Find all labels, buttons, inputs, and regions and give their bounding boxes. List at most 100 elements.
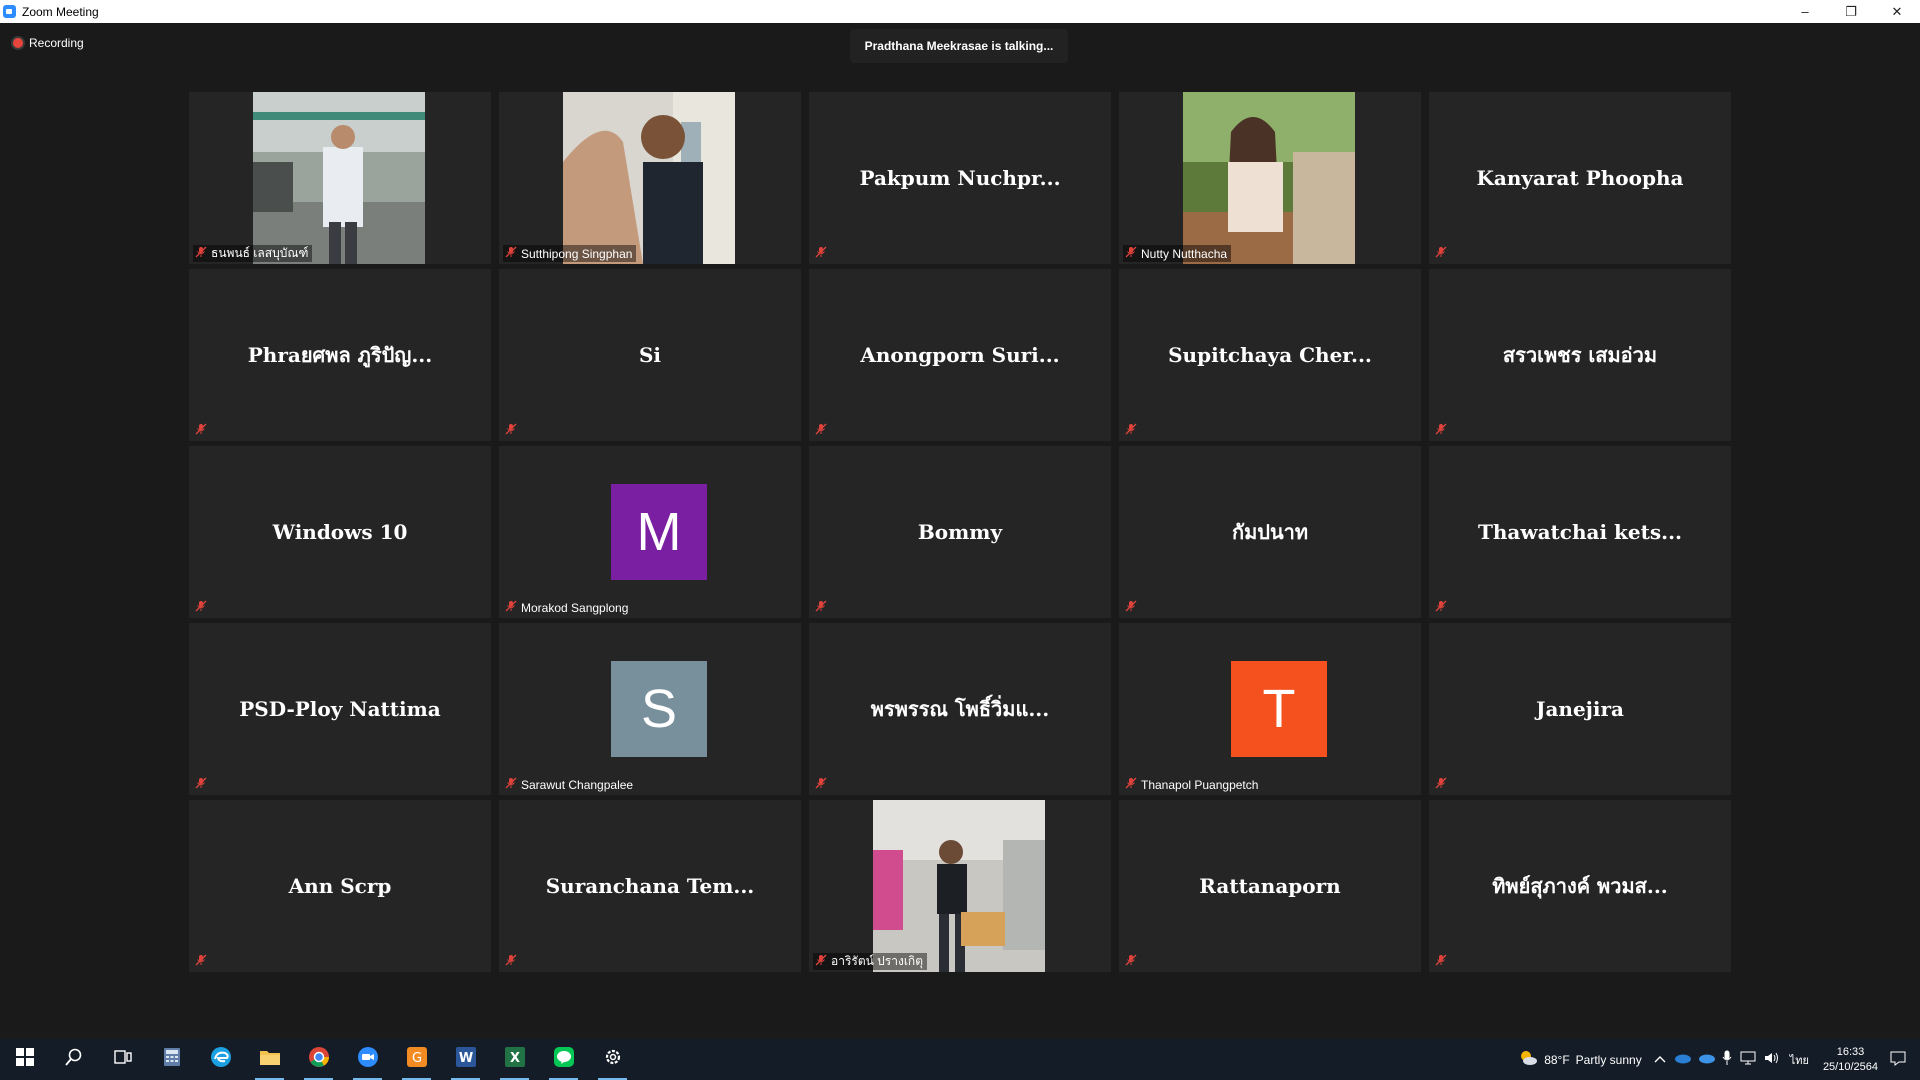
svg-text:G: G: [411, 1051, 421, 1066]
participant-tile[interactable]: Windows 10: [189, 446, 491, 618]
participant-tile[interactable]: Phraยศพล ภูริปัญ...: [189, 269, 491, 441]
participant-display-name: ทิพย์สุภางค์ พวมส...: [1492, 874, 1668, 898]
mic-muted-icon: [815, 777, 827, 792]
participant-tile[interactable]: Rattanaporn: [1119, 800, 1421, 972]
participant-tile[interactable]: Nutty Nutthacha: [1119, 92, 1421, 264]
volume-icon[interactable]: [1764, 1051, 1780, 1068]
taskbar-zoom-button[interactable]: [343, 1039, 392, 1080]
minimize-button[interactable]: –: [1782, 0, 1828, 23]
participant-display-name: สรวเพชร เสมอ่วม: [1502, 343, 1658, 367]
clock-time: 16:33: [1836, 1045, 1865, 1058]
windows-logo-icon: [15, 1048, 34, 1071]
participant-caption: [1433, 599, 1451, 616]
participant-tile[interactable]: Supitchaya Cher...: [1119, 269, 1421, 441]
mic-muted-icon: [195, 954, 207, 969]
onedrive-icon[interactable]: [1674, 1052, 1692, 1067]
participant-tile[interactable]: Kanyarat Phoopha: [1429, 92, 1731, 264]
mic-muted-icon: [195, 423, 207, 438]
clock[interactable]: 16:33 25/10/2564: [1823, 1045, 1878, 1075]
participant-name-label: ธนพนธ์ เลสบุบัณฑ์: [211, 246, 309, 260]
notification-icon[interactable]: [1890, 1050, 1906, 1069]
mic-muted-icon: [195, 600, 207, 615]
participant-caption: [193, 776, 211, 793]
window-title: Zoom Meeting: [22, 4, 99, 19]
participant-tile[interactable]: PSD-Ploy Nattima: [189, 623, 491, 795]
taskbar-chrome-button[interactable]: [294, 1039, 343, 1080]
recording-indicator[interactable]: Recording: [13, 36, 84, 50]
system-tray: 88°F Partly sunny ไทย 16:33 25/10/2564: [1518, 1039, 1920, 1080]
active-speaker-banner: Pradthana Meekrasae is talking...: [850, 29, 1068, 63]
mic-muted-icon: [1125, 777, 1137, 792]
participant-caption: [503, 422, 521, 439]
participant-tile[interactable]: M Morakod Sangplong: [499, 446, 801, 618]
taskbar-settings-button[interactable]: [588, 1039, 637, 1080]
participant-display-name: Phraยศพล ภูริปัญ...: [247, 343, 433, 367]
mic-muted-icon: [1435, 246, 1447, 261]
taskbar-word-button[interactable]: W: [441, 1039, 490, 1080]
mic-muted-icon: [195, 777, 207, 792]
participant-tile[interactable]: Si: [499, 269, 801, 441]
participant-tile[interactable]: Sutthipong Singphan: [499, 92, 801, 264]
mic-muted-icon: [1125, 954, 1137, 969]
participant-tile[interactable]: อาริรัตน์ ปรางเกิตุ: [809, 800, 1111, 972]
taskbar-excel-button[interactable]: X: [490, 1039, 539, 1080]
taskbar-search-button[interactable]: [49, 1039, 98, 1080]
gallery-view-grid: ธนพนธ์ เลสบุบัณฑ์ Sutthipong Singphan Pakp…: [189, 92, 1731, 972]
recording-label: Recording: [29, 36, 84, 50]
participant-tile[interactable]: Suranchana Tem...: [499, 800, 801, 972]
participant-tile[interactable]: Bommy: [809, 446, 1111, 618]
participant-tile[interactable]: ทิพย์สุภางค์ พวมส...: [1429, 800, 1731, 972]
participant-tile[interactable]: Anongporn Suri...: [809, 269, 1111, 441]
window-controls: – ❐ ✕: [1782, 0, 1920, 23]
mic-muted-icon: [815, 423, 827, 438]
line-icon: [553, 1046, 575, 1073]
participant-tile[interactable]: Thawatchai kets...: [1429, 446, 1731, 618]
participant-tile[interactable]: Ann Scrp: [189, 800, 491, 972]
taskbar-calculator-button[interactable]: [147, 1039, 196, 1080]
taskbar-line-button[interactable]: [539, 1039, 588, 1080]
participant-avatar: M: [611, 484, 707, 580]
taskbar-start-button[interactable]: [0, 1039, 49, 1080]
participant-tile[interactable]: ธนพนธ์ เลสบุบัณฑ์: [189, 92, 491, 264]
onedrive-business-icon[interactable]: [1698, 1052, 1716, 1067]
close-button[interactable]: ✕: [1874, 0, 1920, 23]
microphone-icon[interactable]: [1722, 1050, 1732, 1069]
mic-muted-icon: [1125, 246, 1137, 261]
participant-tile[interactable]: Pakpum Nuchpr...: [809, 92, 1111, 264]
participant-avatar: T: [1231, 661, 1327, 757]
participant-tile[interactable]: S Sarawut Changpalee: [499, 623, 801, 795]
participant-tile[interactable]: พรพรรณ โพธิ์วิ่มแ...: [809, 623, 1111, 795]
participant-display-name: Rattanaporn: [1199, 874, 1341, 898]
participant-tile[interactable]: T Thanapol Puangpetch: [1119, 623, 1421, 795]
weather-temp[interactable]: 88°F: [1544, 1053, 1569, 1067]
window-title-bar: Zoom Meeting – ❐ ✕: [0, 0, 1920, 23]
participant-display-name: กัมปนาท: [1231, 520, 1309, 544]
chevron-up-icon[interactable]: [1654, 1053, 1666, 1067]
mic-muted-icon: [1125, 423, 1137, 438]
input-language[interactable]: ไทย: [1790, 1051, 1809, 1069]
edge-icon: [210, 1046, 232, 1073]
participant-tile[interactable]: กัมปนาท: [1119, 446, 1421, 618]
restore-button[interactable]: ❐: [1828, 0, 1874, 23]
weather-icon[interactable]: [1518, 1049, 1538, 1070]
mic-muted-icon: [1435, 423, 1447, 438]
participant-tile[interactable]: Janejira: [1429, 623, 1731, 795]
clock-date: 25/10/2564: [1822, 1060, 1878, 1073]
participant-display-name: Ann Scrp: [288, 874, 392, 898]
weather-condition[interactable]: Partly sunny: [1576, 1053, 1642, 1067]
participant-caption: Sutthipong Singphan: [503, 245, 637, 262]
taskbar-file-explorer-button[interactable]: [245, 1039, 294, 1080]
taskbar-slides-button[interactable]: G: [392, 1039, 441, 1080]
participant-caption: [1433, 422, 1451, 439]
participant-display-name: Janejira: [1535, 697, 1625, 721]
participant-display-name: Si: [638, 343, 662, 367]
mic-muted-icon: [505, 246, 517, 261]
taskbar-task-view-button[interactable]: [98, 1039, 147, 1080]
participant-name-label: Sarawut Changpalee: [521, 777, 634, 792]
network-icon[interactable]: [1740, 1051, 1756, 1068]
taskbar-edge-button[interactable]: [196, 1039, 245, 1080]
slides-icon: G: [406, 1046, 428, 1073]
word-icon: W: [455, 1046, 477, 1073]
participant-tile[interactable]: สรวเพชร เสมอ่วม: [1429, 269, 1731, 441]
mic-muted-icon: [505, 600, 517, 615]
